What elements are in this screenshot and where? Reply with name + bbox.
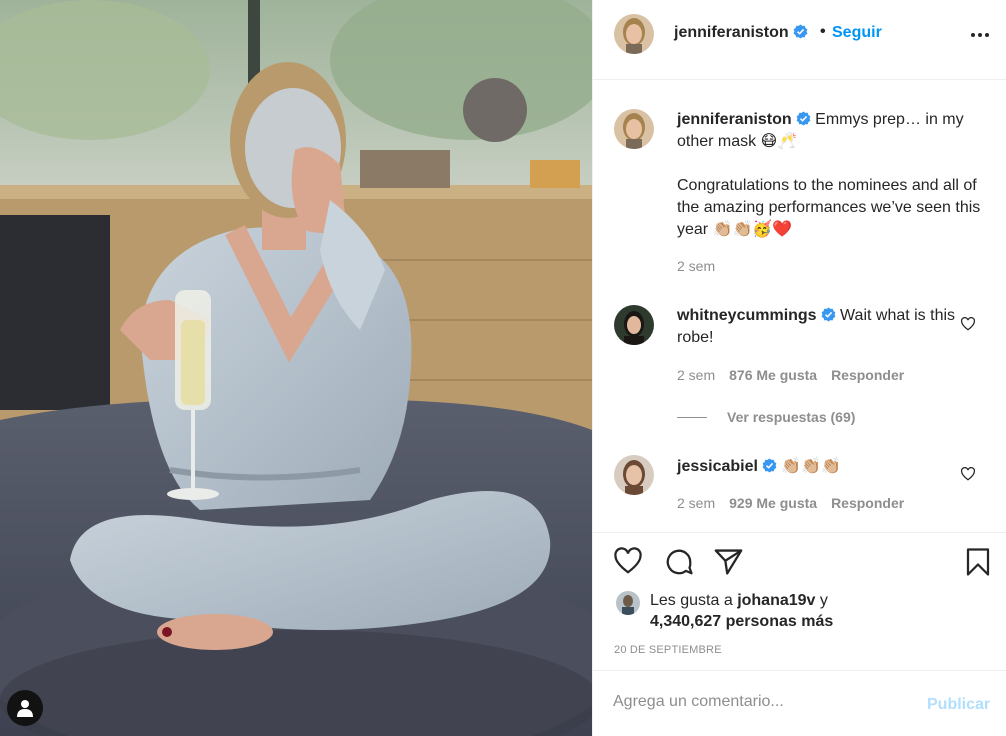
post-photo[interactable] [0,0,592,736]
likes-connector: y [819,592,828,609]
author-avatar[interactable] [614,14,654,54]
author-username[interactable]: jenniferaniston [674,24,808,42]
caption-body: Congratulations to the nominees and all … [677,177,981,238]
comment-meta: 2 sem 929 Me gusta Responder [677,495,904,511]
comment-likes-count[interactable]: 929 Me gusta [729,495,817,511]
reply-button[interactable]: Responder [831,367,904,383]
verified-badge-icon [821,307,835,322]
comment-like-icon[interactable] [960,467,976,481]
post-side-panel: jenniferaniston • Seguir jenniferaniston… [592,0,1006,736]
comment-username[interactable]: whitneycummings [677,307,817,324]
add-comment-bar: Publicar [593,670,1006,736]
commenter-avatar[interactable] [614,305,654,345]
comment-username[interactable]: jessicabiel [677,458,758,475]
comment-body: 👏🏼👏🏼👏🏼 [781,458,842,475]
post-header: jenniferaniston • Seguir [593,0,1006,80]
comment-input[interactable] [613,693,913,711]
heart-outline-icon[interactable] [613,547,643,575]
follow-button[interactable]: Seguir [832,24,882,42]
publish-button[interactable]: Publicar [927,696,990,714]
post-actions: Les gusta a johana19v y 4,340,627 person… [593,532,1006,670]
liker-avatar[interactable] [616,591,640,615]
comment-text: jessicabiel 👏🏼👏🏼👏🏼 [677,456,987,478]
more-options-icon[interactable] [971,33,989,37]
bookmark-icon[interactable] [965,547,991,577]
post-image [0,0,592,736]
comment-meta: 2 sem 876 Me gusta Responder [677,367,904,383]
comment-timestamp[interactable]: 2 sem [677,495,715,511]
paper-plane-icon[interactable] [713,548,744,576]
post-date[interactable]: 20 DE SEPTIEMBRE [614,644,722,656]
comment-timestamp[interactable]: 2 sem [677,367,715,383]
liker-username[interactable]: johana19v [737,592,815,609]
comment-likes-count[interactable]: 876 Me gusta [729,367,817,383]
view-replies-button[interactable]: Ver respuestas (69) [727,409,855,425]
user-tag-button[interactable] [7,690,43,726]
verified-badge-icon [762,458,777,473]
reply-button[interactable]: Responder [831,495,904,511]
caption-username[interactable]: jenniferaniston [677,111,792,128]
comments-list[interactable]: jenniferaniston Emmys prep… in my other … [593,81,1006,532]
replies-divider [677,417,707,418]
caption-timestamp[interactable]: 2 sem [677,258,715,274]
verified-badge-icon [796,111,811,126]
caption-text: jenniferaniston Emmys prep… in my other … [677,109,987,153]
likes-prefix: Les gusta a [650,592,733,609]
verified-badge-icon [793,24,808,39]
separator-dot: • [820,23,826,40]
likes-count-button[interactable]: 4,340,627 personas más [650,613,833,631]
comment-text: whitneycummings Wait what is this robe! [677,305,987,349]
speech-bubble-icon[interactable] [664,547,694,577]
person-icon [17,700,33,717]
commenter-avatar[interactable] [614,455,654,495]
comment-like-icon[interactable] [960,317,976,331]
caption-avatar[interactable] [614,109,654,149]
likes-summary: Les gusta a johana19v y [650,592,828,610]
